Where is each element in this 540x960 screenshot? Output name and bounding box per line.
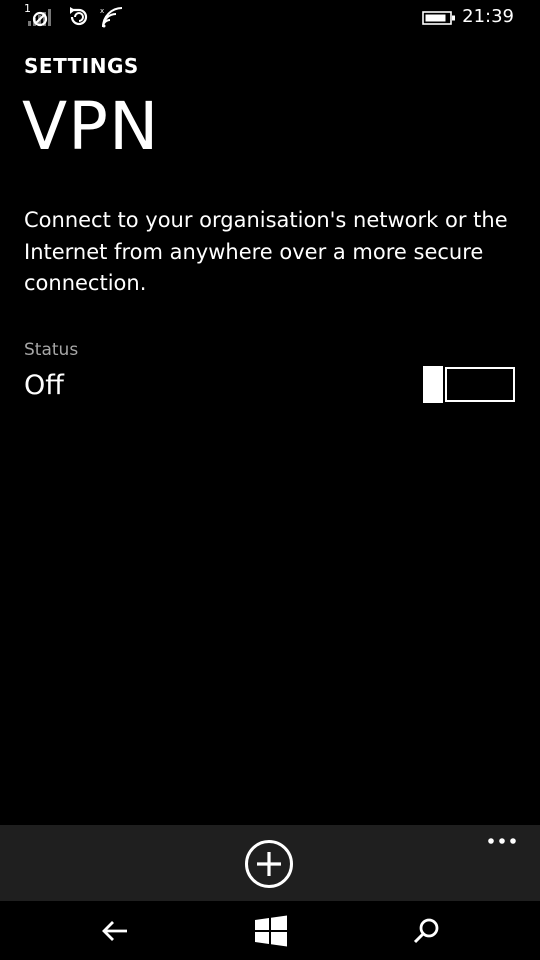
status-label: Status <box>24 340 79 360</box>
app-bar <box>0 825 540 901</box>
wifi-icon: x <box>100 6 124 28</box>
search-button[interactable] <box>406 911 446 951</box>
search-icon <box>413 918 439 944</box>
more-icon <box>488 838 516 844</box>
status-value: Off <box>24 370 64 401</box>
add-vpn-button[interactable] <box>244 839 294 889</box>
navigation-bar <box>0 901 540 960</box>
status-bar: 1 x 21:39 <box>0 0 540 36</box>
vpn-toggle-switch[interactable] <box>423 366 515 403</box>
clock: 21:39 <box>462 6 514 27</box>
sim-number: 1 <box>24 2 31 15</box>
svg-text:x: x <box>100 7 104 15</box>
add-icon <box>245 840 293 888</box>
page-title: VPN <box>22 88 160 165</box>
windows-start-icon <box>255 915 287 947</box>
toggle-track <box>445 367 515 402</box>
toggle-thumb <box>423 366 443 403</box>
data-sync-icon <box>66 6 90 28</box>
sim-no-signal-icon: 1 <box>24 2 58 28</box>
back-arrow-icon <box>102 921 127 941</box>
more-options-button[interactable] <box>484 831 520 853</box>
vpn-description: Connect to your organisation's network o… <box>24 208 508 295</box>
screen: 1 x 21:39 SETTINGS VPN Connect to your o… <box>0 0 540 960</box>
battery-icon <box>422 10 456 25</box>
back-button[interactable] <box>95 911 135 951</box>
start-button[interactable] <box>250 911 290 951</box>
settings-header: SETTINGS <box>24 54 139 78</box>
